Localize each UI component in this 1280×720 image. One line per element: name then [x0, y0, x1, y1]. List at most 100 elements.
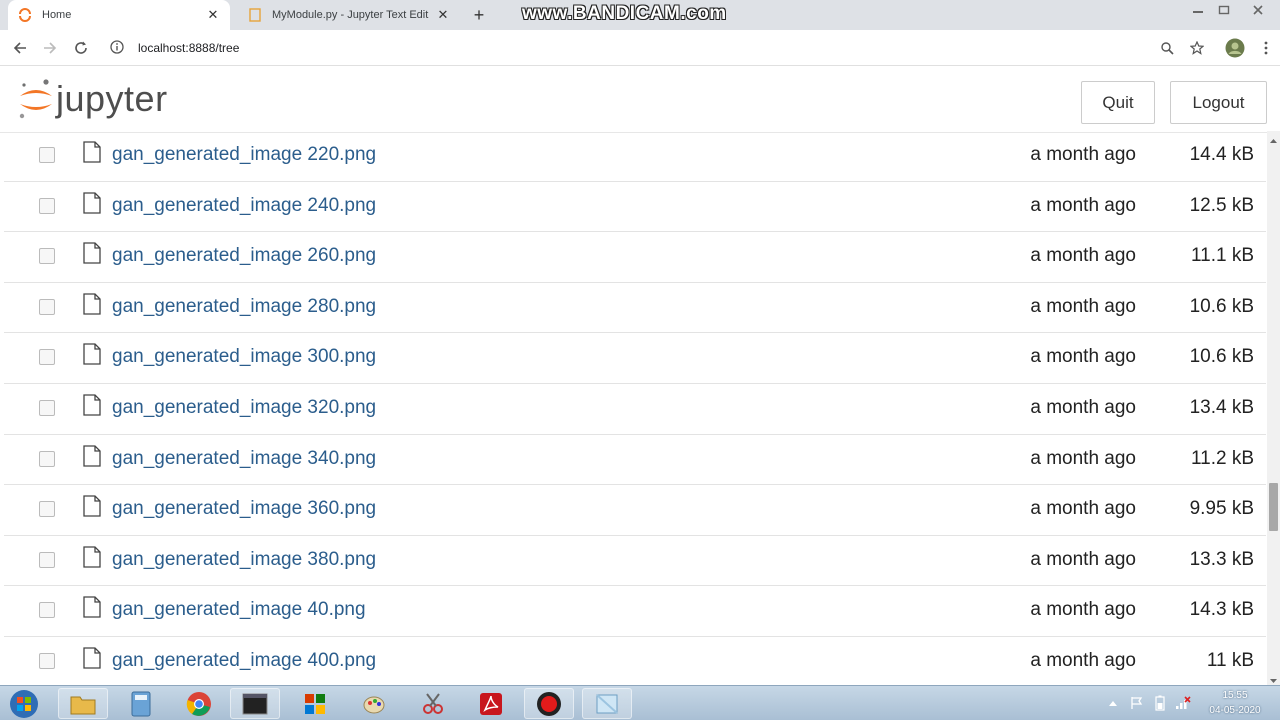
site-info-icon[interactable] — [110, 40, 126, 56]
reload-icon[interactable] — [72, 39, 90, 57]
file-icon — [82, 546, 102, 568]
file-name-link[interactable]: gan_generated_image 300.png — [112, 346, 376, 368]
paint-icon[interactable] — [350, 688, 400, 719]
row-checkbox[interactable] — [39, 399, 55, 416]
tab-home-title: Home — [42, 9, 72, 21]
zoom-icon[interactable] — [1158, 39, 1176, 57]
terminal-icon[interactable] — [230, 688, 280, 719]
file-name-link[interactable]: gan_generated_image 340.png — [112, 448, 376, 470]
file-name-link[interactable]: gan_generated_image 280.png — [112, 296, 376, 318]
address-bar[interactable]: localhost:8888/tree — [104, 34, 1184, 62]
office-icon[interactable] — [290, 688, 340, 719]
bandicam-watermark: www.BANDICAM.com — [522, 3, 727, 24]
row-checkbox[interactable] — [39, 450, 55, 467]
action-center-flag-icon[interactable] — [1126, 692, 1146, 714]
windows-taskbar: 15:55 04-05-2020 — [0, 685, 1280, 720]
file-modified: a month ago — [1030, 548, 1136, 570]
close-tab-icon[interactable]: ✕ — [206, 8, 220, 22]
file-name-link[interactable]: gan_generated_image 240.png — [112, 195, 376, 217]
file-modified: a month ago — [1030, 498, 1136, 520]
jupyter-logo[interactable]: jupyter — [18, 76, 168, 122]
bandicam-record-icon[interactable] — [524, 688, 574, 719]
file-icon — [82, 343, 102, 366]
network-icon[interactable] — [1172, 692, 1194, 714]
row-checkbox[interactable] — [39, 147, 55, 163]
quit-button[interactable]: Quit — [1081, 81, 1155, 124]
file-name-link[interactable]: gan_generated_image 320.png — [112, 397, 376, 419]
clock-time: 15:55 — [1222, 690, 1248, 701]
file-icon — [82, 141, 102, 163]
file-modified: a month ago — [1030, 245, 1136, 267]
battery-icon[interactable] — [1150, 692, 1170, 714]
scrollbar-thumb[interactable] — [1269, 483, 1278, 531]
file-name-link[interactable]: gan_generated_image 260.png — [112, 245, 376, 267]
window-close-icon[interactable] — [1246, 0, 1270, 20]
file-size: 10.6 kB — [1189, 295, 1254, 317]
jupyter-logo-text: jupyter — [56, 78, 168, 119]
file-modified: a month ago — [1030, 396, 1136, 418]
acrobat-icon[interactable] — [466, 688, 516, 719]
file-row[interactable]: gan_generated_image 340.png a month ago … — [4, 435, 1266, 486]
profile-avatar-icon[interactable] — [1225, 38, 1245, 58]
tab-mymodule[interactable]: MyModule.py - Jupyter Text Edit ✕ — [238, 0, 460, 30]
document-favicon-icon — [248, 8, 262, 22]
file-modified: a month ago — [1030, 649, 1136, 671]
file-name-link[interactable]: gan_generated_image 380.png — [112, 549, 376, 571]
file-icon — [82, 495, 102, 517]
file-modified: a month ago — [1030, 194, 1136, 216]
file-size: 13.4 kB — [1189, 396, 1254, 418]
tab-home[interactable]: Home ✕ — [8, 0, 230, 30]
bookmark-star-icon[interactable] — [1188, 39, 1206, 57]
calculator-icon[interactable] — [116, 688, 166, 719]
file-row[interactable]: gan_generated_image 260.png a month ago … — [4, 232, 1266, 283]
page-scrollbar[interactable] — [1267, 131, 1280, 685]
file-name-link[interactable]: gan_generated_image 220.png — [112, 144, 376, 166]
file-name-link[interactable]: gan_generated_image 40.png — [112, 599, 366, 621]
file-row[interactable]: gan_generated_image 320.png a month ago … — [4, 384, 1266, 435]
file-row[interactable]: gan_generated_image 240.png a month ago … — [4, 182, 1266, 233]
file-row[interactable]: gan_generated_image 220.png a month ago … — [4, 131, 1266, 182]
forward-arrow-icon[interactable] — [41, 39, 59, 57]
file-icon — [82, 647, 102, 669]
python-idle-icon[interactable] — [582, 688, 632, 719]
chrome-icon[interactable] — [174, 688, 224, 719]
close-tab-icon[interactable]: ✕ — [436, 8, 450, 22]
file-size: 10.6 kB — [1189, 346, 1254, 368]
jupyter-logo-icon — [19, 79, 52, 119]
file-row[interactable]: gan_generated_image 40.png a month ago 1… — [4, 586, 1266, 637]
row-checkbox[interactable] — [39, 248, 55, 265]
row-checkbox[interactable] — [39, 349, 55, 366]
file-icon — [82, 444, 102, 467]
show-hidden-icons-icon[interactable] — [1106, 692, 1120, 714]
new-tab-button[interactable]: + — [470, 5, 488, 25]
file-modified: a month ago — [1030, 144, 1136, 165]
maximize-icon[interactable] — [1212, 0, 1236, 20]
row-checkbox[interactable] — [39, 602, 55, 619]
windows-start-icon[interactable] — [2, 688, 46, 719]
minimize-icon[interactable] — [1186, 0, 1210, 20]
back-arrow-icon[interactable] — [11, 39, 29, 57]
row-checkbox[interactable] — [39, 197, 55, 214]
row-checkbox[interactable] — [39, 652, 55, 669]
file-row[interactable]: gan_generated_image 400.png a month ago … — [4, 637, 1266, 685]
file-name-link[interactable]: gan_generated_image 360.png — [112, 498, 376, 520]
file-row[interactable]: gan_generated_image 380.png a month ago … — [4, 536, 1266, 587]
file-name-link[interactable]: gan_generated_image 400.png — [112, 650, 376, 672]
scroll-down-arrow-icon[interactable] — [1267, 673, 1280, 683]
file-row[interactable]: gan_generated_image 300.png a month ago … — [4, 333, 1266, 384]
scroll-up-arrow-icon[interactable] — [1267, 133, 1280, 143]
taskbar-clock[interactable]: 15:55 04-05-2020 — [1200, 688, 1270, 718]
file-size: 14.4 kB — [1189, 144, 1254, 165]
row-checkbox[interactable] — [39, 501, 55, 518]
row-checkbox[interactable] — [39, 298, 55, 315]
row-checkbox[interactable] — [39, 551, 55, 568]
logout-button[interactable]: Logout — [1170, 81, 1267, 124]
file-row[interactable]: gan_generated_image 360.png a month ago … — [4, 485, 1266, 536]
browser-menu-icon[interactable] — [1257, 39, 1275, 57]
file-modified: a month ago — [1030, 295, 1136, 317]
file-row[interactable]: gan_generated_image 280.png a month ago … — [4, 283, 1266, 334]
snipping-tool-icon[interactable] — [408, 688, 458, 719]
file-icon — [82, 242, 102, 264]
file-explorer-icon[interactable] — [58, 688, 108, 719]
address-url: localhost:8888/tree — [138, 41, 240, 55]
